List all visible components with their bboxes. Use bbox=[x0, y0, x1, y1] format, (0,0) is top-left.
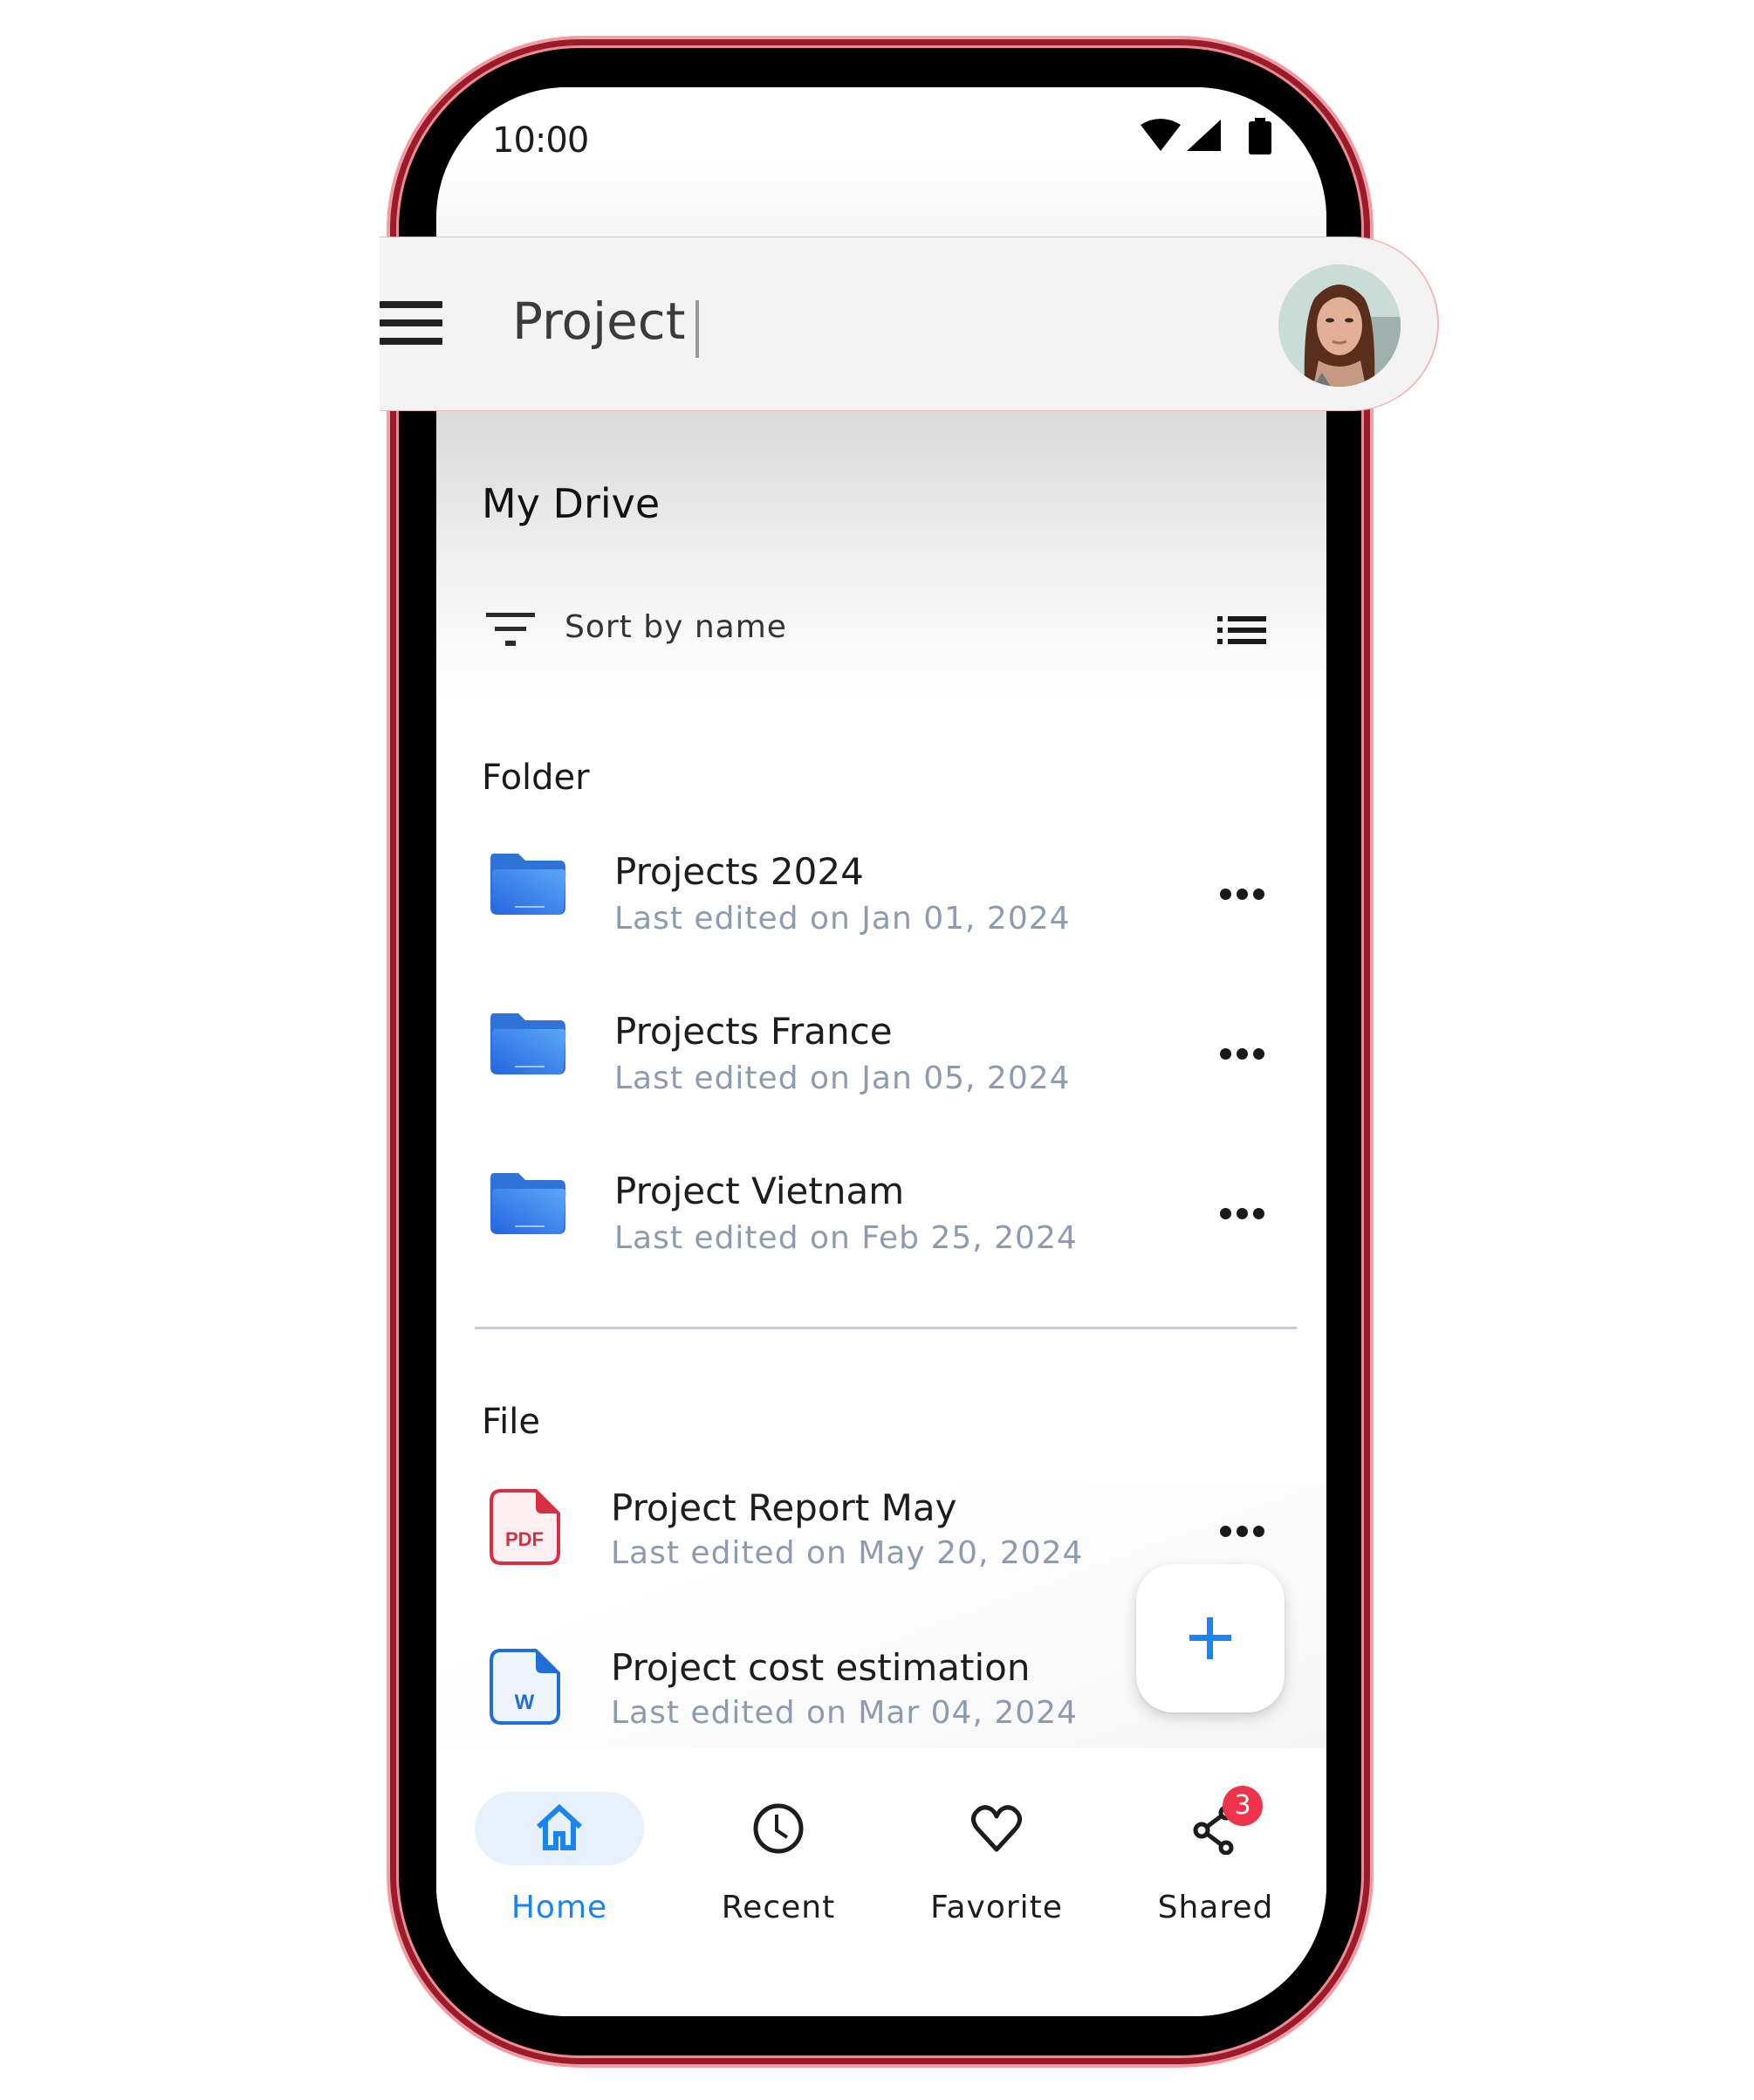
folder-row[interactable]: Projects 2024 Last edited on Jan 01, 202… bbox=[482, 850, 1285, 957]
search-bar[interactable]: Project bbox=[380, 237, 1437, 410]
file-section-heading: File bbox=[482, 1402, 540, 1442]
nav-home[interactable]: Home bbox=[472, 1792, 647, 1966]
wifi-icon bbox=[1141, 119, 1181, 151]
filter-sort-icon bbox=[486, 613, 535, 646]
notification-badge: 3 bbox=[1223, 1786, 1263, 1826]
section-divider bbox=[475, 1327, 1297, 1329]
avatar-portrait bbox=[1278, 264, 1401, 387]
signal-icon bbox=[1187, 120, 1221, 151]
nav-recent[interactable]: Recent bbox=[691, 1792, 866, 1966]
word-file-icon: W bbox=[490, 1649, 560, 1725]
folder-icon bbox=[490, 1013, 566, 1074]
folder-subtitle: Last edited on Jan 01, 2024 bbox=[614, 901, 1071, 937]
folder-icon bbox=[490, 854, 566, 915]
pdf-file-icon: PDF bbox=[490, 1489, 560, 1565]
hamburger-menu-icon[interactable] bbox=[380, 301, 442, 345]
page-title: My Drive bbox=[482, 480, 661, 527]
file-name: Project Report May bbox=[611, 1486, 957, 1529]
status-area-background bbox=[436, 87, 1326, 262]
nav-shared[interactable]: 3 Shared bbox=[1128, 1786, 1303, 1966]
folder-icon bbox=[490, 1173, 566, 1234]
sort-label: Sort by name bbox=[565, 609, 787, 645]
pdf-label: PDF bbox=[505, 1528, 544, 1550]
folder-subtitle: Last edited on Jan 05, 2024 bbox=[614, 1060, 1071, 1096]
file-subtitle: Last edited on May 20, 2024 bbox=[611, 1535, 1084, 1571]
folder-row[interactable]: Projects France Last edited on Jan 05, 2… bbox=[482, 1010, 1285, 1116]
header-shadow-gradient bbox=[436, 410, 1326, 698]
nav-label: Recent bbox=[721, 1890, 836, 1925]
add-button[interactable] bbox=[1136, 1564, 1285, 1712]
clock-icon bbox=[753, 1803, 804, 1854]
word-label: W bbox=[515, 1691, 535, 1714]
search-input[interactable]: Project bbox=[512, 292, 685, 351]
list-view-icon[interactable] bbox=[1217, 616, 1266, 644]
more-options-icon[interactable] bbox=[1220, 1208, 1265, 1220]
nav-favorite[interactable]: Favorite bbox=[909, 1792, 1084, 1966]
file-subtitle: Last edited on Mar 04, 2024 bbox=[611, 1695, 1078, 1731]
home-icon bbox=[536, 1803, 583, 1850]
text-cursor bbox=[695, 300, 699, 358]
status-icons bbox=[1141, 118, 1271, 154]
file-name: Project cost estimation bbox=[611, 1646, 1031, 1689]
nav-label: Shared bbox=[1157, 1890, 1274, 1925]
bottom-navigation: Home Recent Favorite 3 Shared bbox=[436, 1748, 1326, 2016]
folder-row[interactable]: Project Vietnam Last edited on Feb 25, 2… bbox=[482, 1170, 1285, 1276]
folder-section-heading: Folder bbox=[482, 758, 590, 798]
nav-label: Favorite bbox=[930, 1890, 1063, 1925]
folder-subtitle: Last edited on Feb 25, 2024 bbox=[614, 1220, 1078, 1256]
more-options-icon[interactable] bbox=[1220, 1526, 1265, 1538]
more-options-icon[interactable] bbox=[1220, 1048, 1265, 1060]
status-time: 10:00 bbox=[492, 120, 589, 161]
more-options-icon[interactable] bbox=[1220, 889, 1265, 901]
heart-icon bbox=[970, 1805, 1023, 1852]
folder-name: Projects 2024 bbox=[614, 850, 864, 893]
folder-name: Project Vietnam bbox=[614, 1170, 905, 1212]
folder-name: Projects France bbox=[614, 1010, 893, 1053]
user-avatar[interactable] bbox=[1278, 264, 1401, 387]
sort-button[interactable]: Sort by name bbox=[486, 609, 1271, 653]
nav-label: Home bbox=[510, 1890, 608, 1925]
battery-icon bbox=[1249, 118, 1271, 154]
